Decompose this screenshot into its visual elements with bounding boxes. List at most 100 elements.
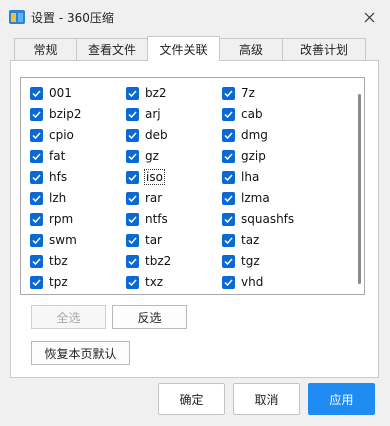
checkbox-checked-icon[interactable] bbox=[30, 149, 43, 163]
checkbox-checked-icon[interactable] bbox=[126, 191, 139, 205]
checkbox-checked-icon[interactable] bbox=[30, 191, 43, 205]
checkbox-checked-icon[interactable] bbox=[222, 170, 235, 184]
close-button[interactable] bbox=[356, 4, 382, 30]
checkbox-checked-icon[interactable] bbox=[222, 212, 235, 226]
checkbox-checked-icon[interactable] bbox=[222, 128, 235, 142]
file-type-item[interactable]: lha bbox=[222, 168, 259, 186]
file-type-item[interactable]: tgz bbox=[222, 252, 260, 270]
checkbox-checked-icon[interactable] bbox=[222, 149, 235, 163]
checkbox-checked-icon[interactable] bbox=[126, 86, 139, 100]
checkbox-checked-icon[interactable] bbox=[126, 233, 139, 247]
file-type-label: swm bbox=[49, 233, 77, 247]
file-type-item[interactable]: txz bbox=[126, 273, 163, 291]
checkbox-checked-icon[interactable] bbox=[30, 275, 43, 289]
file-type-item[interactable]: 001 bbox=[30, 84, 72, 102]
file-association-panel: 001 bzip2 cpio fat hfs lzh rpm swm tbz tpz bz2 arj… bbox=[10, 60, 379, 378]
tab-general[interactable]: 常规 bbox=[14, 38, 77, 60]
file-type-label: lzma bbox=[241, 191, 270, 205]
file-type-label: lha bbox=[241, 170, 260, 184]
file-type-label: squashfs bbox=[241, 212, 295, 226]
file-type-label: cpio bbox=[49, 128, 74, 142]
file-type-item[interactable]: taz bbox=[222, 231, 259, 249]
checkbox-checked-icon[interactable] bbox=[126, 107, 139, 121]
file-type-item[interactable]: bz2 bbox=[126, 84, 167, 102]
file-type-label: 001 bbox=[49, 86, 72, 100]
checkbox-checked-icon[interactable] bbox=[126, 254, 139, 268]
file-type-label: txz bbox=[145, 275, 164, 289]
file-type-label: vhd bbox=[241, 275, 264, 289]
select-all-button[interactable]: 全选 bbox=[31, 305, 106, 329]
file-type-item[interactable]: gzip bbox=[222, 147, 266, 165]
file-type-label: taz bbox=[241, 233, 260, 247]
file-type-item[interactable]: iso bbox=[126, 168, 165, 186]
list-scrollbar[interactable] bbox=[358, 94, 361, 284]
file-type-label: gz bbox=[145, 149, 159, 163]
file-type-list[interactable]: 001 bzip2 cpio fat hfs lzh rpm swm tbz tpz bz2 arj… bbox=[20, 77, 365, 295]
file-type-label: hfs bbox=[49, 170, 68, 184]
checkbox-checked-icon[interactable] bbox=[222, 107, 235, 121]
checkbox-checked-icon[interactable] bbox=[30, 86, 43, 100]
file-type-item[interactable]: fat bbox=[30, 147, 65, 165]
file-type-item[interactable]: tbz2 bbox=[126, 252, 171, 270]
window-title: 设置 - 360压缩 bbox=[31, 11, 114, 25]
file-type-label: cab bbox=[241, 107, 263, 121]
file-type-item[interactable]: swm bbox=[30, 231, 77, 249]
file-type-label: tgz bbox=[241, 254, 260, 268]
file-type-label: dmg bbox=[241, 128, 268, 142]
file-type-label: 7z bbox=[241, 86, 255, 100]
tab-file-association[interactable]: 文件关联 bbox=[147, 36, 220, 61]
checkbox-checked-icon[interactable] bbox=[222, 254, 235, 268]
tab-improvement-plan[interactable]: 改善计划 bbox=[282, 38, 366, 60]
checkbox-checked-icon[interactable] bbox=[126, 128, 139, 142]
checkbox-checked-icon[interactable] bbox=[126, 212, 139, 226]
checkbox-checked-icon[interactable] bbox=[30, 128, 43, 142]
file-type-item[interactable]: lzma bbox=[222, 189, 270, 207]
restore-default-button[interactable]: 恢复本页默认 bbox=[31, 341, 130, 365]
checkbox-checked-icon[interactable] bbox=[126, 149, 139, 163]
file-type-item[interactable]: deb bbox=[126, 126, 168, 144]
file-type-label: gzip bbox=[241, 149, 266, 163]
file-type-label: lzh bbox=[49, 191, 67, 205]
checkbox-checked-icon[interactable] bbox=[222, 233, 235, 247]
file-type-item[interactable]: cpio bbox=[30, 126, 74, 144]
file-type-item[interactable]: rpm bbox=[30, 210, 73, 228]
apply-button[interactable]: 应用 bbox=[308, 383, 375, 415]
close-icon bbox=[364, 12, 374, 22]
checkbox-checked-icon[interactable] bbox=[30, 107, 43, 121]
file-type-item[interactable]: lzh bbox=[30, 189, 66, 207]
checkbox-checked-icon[interactable] bbox=[126, 170, 139, 184]
file-type-label: tbz bbox=[49, 254, 68, 268]
checkbox-checked-icon[interactable] bbox=[30, 212, 43, 226]
file-type-item[interactable]: tbz bbox=[30, 252, 68, 270]
file-type-label: tar bbox=[145, 233, 162, 247]
file-type-item[interactable]: arj bbox=[126, 105, 161, 123]
checkbox-checked-icon[interactable] bbox=[30, 170, 43, 184]
cancel-button[interactable]: 取消 bbox=[233, 383, 300, 415]
tab-view-files[interactable]: 查看文件 bbox=[76, 38, 148, 60]
file-type-item[interactable]: 7z bbox=[222, 84, 255, 102]
file-type-item[interactable]: dmg bbox=[222, 126, 268, 144]
checkbox-checked-icon[interactable] bbox=[222, 191, 235, 205]
file-type-item[interactable]: bzip2 bbox=[30, 105, 82, 123]
file-type-label: tbz2 bbox=[145, 254, 172, 268]
file-type-item[interactable]: gz bbox=[126, 147, 159, 165]
checkbox-checked-icon[interactable] bbox=[126, 275, 139, 289]
file-type-item[interactable]: hfs bbox=[30, 168, 67, 186]
file-type-label: tpz bbox=[49, 275, 68, 289]
file-type-label: bzip2 bbox=[49, 107, 82, 121]
invert-selection-button[interactable]: 反选 bbox=[112, 305, 187, 329]
checkbox-checked-icon[interactable] bbox=[30, 254, 43, 268]
file-type-label: rpm bbox=[49, 212, 74, 226]
file-type-item[interactable]: tar bbox=[126, 231, 162, 249]
file-type-item[interactable]: squashfs bbox=[222, 210, 294, 228]
ok-button[interactable]: 确定 bbox=[158, 383, 225, 415]
checkbox-checked-icon[interactable] bbox=[222, 86, 235, 100]
file-type-item[interactable]: rar bbox=[126, 189, 162, 207]
file-type-item[interactable]: ntfs bbox=[126, 210, 168, 228]
file-type-item[interactable]: vhd bbox=[222, 273, 263, 291]
file-type-item[interactable]: tpz bbox=[30, 273, 68, 291]
tab-advanced[interactable]: 高级 bbox=[219, 38, 283, 60]
checkbox-checked-icon[interactable] bbox=[222, 275, 235, 289]
checkbox-checked-icon[interactable] bbox=[30, 233, 43, 247]
file-type-item[interactable]: cab bbox=[222, 105, 263, 123]
